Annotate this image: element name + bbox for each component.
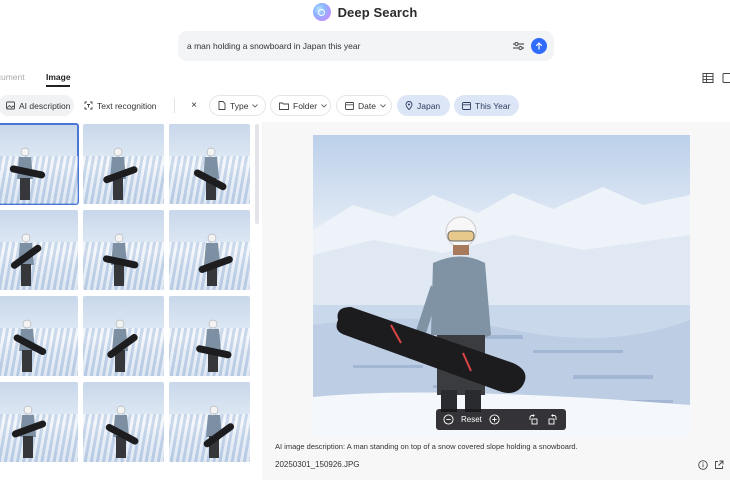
- app-title: Deep Search: [337, 4, 418, 20]
- image-description: AI image description: A man standing on …: [275, 442, 578, 451]
- search-input[interactable]: [187, 38, 487, 54]
- filter-divider: [174, 98, 175, 113]
- result-thumbnail[interactable]: [169, 210, 250, 290]
- filter-this-year[interactable]: This Year: [454, 95, 519, 116]
- filter-location-label: Japan: [417, 100, 441, 111]
- info-icon[interactable]: [698, 460, 708, 470]
- external-link-icon[interactable]: [714, 460, 724, 470]
- reset-zoom-button[interactable]: Reset: [461, 415, 482, 424]
- sliders-icon[interactable]: [510, 38, 526, 54]
- filter-date-label: Date: [358, 100, 376, 111]
- tab-active-indicator: [46, 85, 70, 87]
- calendar-icon: [462, 102, 471, 110]
- grid-view-icon[interactable]: [722, 72, 730, 84]
- result-thumbnail[interactable]: [169, 296, 250, 376]
- zoom-out-icon[interactable]: [442, 413, 455, 426]
- clear-icon: ×: [191, 100, 197, 111]
- results-grid: [0, 123, 252, 464]
- zoom-in-icon[interactable]: [488, 413, 501, 426]
- rotate-left-icon[interactable]: [527, 413, 540, 426]
- result-thumbnail[interactable]: [169, 382, 250, 462]
- filter-type-label: Type: [230, 100, 249, 111]
- result-thumbnail[interactable]: [0, 296, 78, 376]
- result-thumbnail[interactable]: [83, 382, 164, 462]
- image-icon: [6, 101, 15, 110]
- filter-this-year-label: This Year: [475, 100, 511, 111]
- zoom-toolbar: Reset: [436, 409, 566, 430]
- search-logo-icon: [312, 3, 331, 21]
- filter-ai-description[interactable]: AI description: [0, 95, 74, 116]
- tab-image[interactable]: Image: [46, 72, 71, 82]
- filter-folder-label: Folder: [293, 100, 318, 111]
- clear-filters-button[interactable]: ×: [182, 95, 206, 116]
- text-icon: [84, 101, 93, 110]
- calendar-icon: [345, 102, 354, 110]
- results-scrollbar[interactable]: [255, 124, 259, 224]
- result-thumbnail[interactable]: [0, 123, 79, 205]
- submit-search-button[interactable]: [531, 38, 547, 54]
- search-bar: [178, 31, 554, 61]
- filter-date[interactable]: Date: [336, 95, 392, 116]
- result-thumbnail[interactable]: [83, 296, 164, 376]
- filter-type[interactable]: Type: [209, 95, 266, 116]
- filter-folder[interactable]: Folder: [270, 95, 331, 116]
- arrow-up-icon: [535, 42, 543, 50]
- chevron-down-icon: [321, 103, 327, 108]
- image-filename: 20250301_150926.JPG: [275, 460, 360, 469]
- preview-image[interactable]: [313, 135, 690, 437]
- folder-icon: [279, 102, 289, 110]
- tab-document[interactable]: ocument: [0, 72, 25, 82]
- chevron-down-icon: [252, 103, 259, 108]
- result-thumbnail[interactable]: [83, 124, 164, 204]
- filter-ai-description-label: AI description: [19, 100, 71, 111]
- result-thumbnail[interactable]: [169, 124, 250, 204]
- filter-location-japan[interactable]: Japan: [397, 95, 450, 116]
- result-thumbnail[interactable]: [0, 382, 78, 462]
- filter-text-recognition[interactable]: Text recognition: [76, 95, 166, 116]
- filter-text-recognition-label: Text recognition: [97, 100, 157, 111]
- result-thumbnail[interactable]: [83, 210, 164, 290]
- chevron-down-icon: [380, 103, 386, 108]
- table-view-icon[interactable]: [702, 72, 714, 84]
- pin-icon: [405, 101, 413, 110]
- file-icon: [218, 101, 226, 110]
- result-thumbnail[interactable]: [0, 210, 78, 290]
- app-header: Deep Search: [0, 3, 730, 21]
- rotate-right-icon[interactable]: [546, 413, 559, 426]
